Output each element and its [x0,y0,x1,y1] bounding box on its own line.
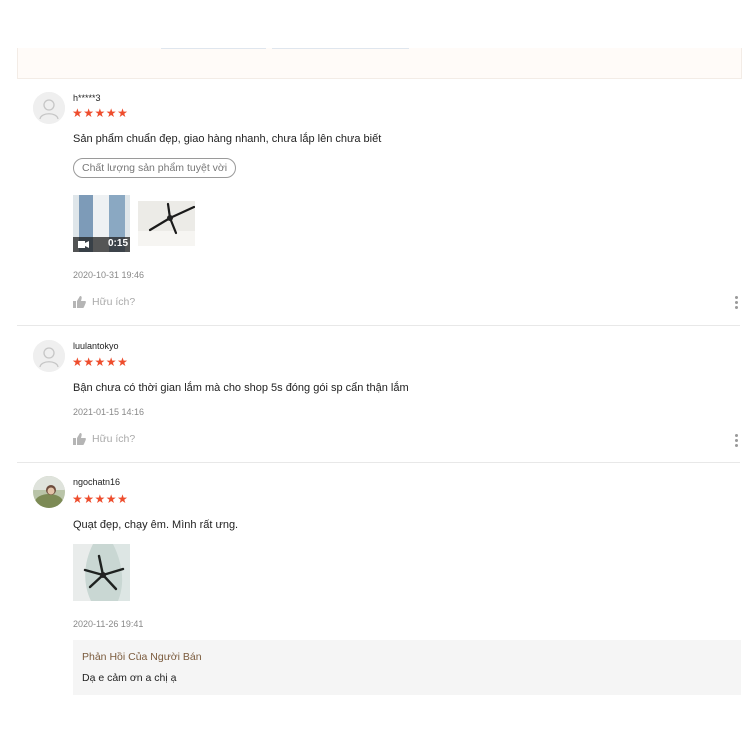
avatar[interactable] [33,92,65,124]
seller-reply-text: Dạ e cảm ơn a chị ạ [82,672,177,684]
star-icon: ★ [72,492,84,506]
star-icon: ★ [94,492,106,506]
filter-button-edge[interactable] [161,48,266,49]
rating-filter-box [17,48,742,79]
helpful-button[interactable]: Hữu ích? [73,296,135,308]
review-content: Bận chưa có thời gian lắm mà cho shop 5s… [73,382,409,394]
review-photo[interactable] [138,201,195,246]
star-icon: ★ [105,106,118,120]
review-date: 2021-01-15 14:16 [73,407,145,417]
helpful-label: Hữu ích? [92,433,136,445]
more-vertical-icon[interactable] [735,434,739,449]
default-avatar-icon [33,340,65,372]
star-icon: ★ [117,355,129,369]
rating-stars: ★★★★★ [72,356,128,368]
review-photo[interactable] [73,544,130,601]
review-video-thumbnail[interactable]: 0:15 [73,195,130,252]
avatar[interactable] [33,340,65,372]
user-photo-avatar [33,476,65,508]
review-author[interactable]: h*****3 [73,93,101,103]
star-icon: ★ [83,106,95,120]
star-icon: ★ [117,492,129,506]
star-icon: ★ [72,355,84,369]
more-vertical-icon[interactable] [735,296,739,311]
thumbs-up-icon [73,296,86,308]
seller-reply-title: Phản Hồi Của Người Bán [82,651,202,663]
thumbs-up-icon [73,433,86,445]
star-icon: ★ [72,106,84,120]
review-tag: Chất lượng sản phẩm tuyệt vời [73,158,237,178]
rating-stars: ★★★★★ [72,107,128,119]
seller-reply: Phản Hồi Của Người Bán Dạ e cảm ơn a chị… [73,640,741,695]
video-duration: 0:15 [108,238,129,249]
default-avatar-icon [33,92,65,124]
avatar[interactable] [33,476,65,508]
star-icon: ★ [94,355,106,369]
helpful-button[interactable]: Hữu ích? [73,433,135,445]
review-divider [17,325,740,326]
review-content: Sản phẩm chuẩn đẹp, giao hàng nhanh, chư… [73,133,382,145]
star-icon: ★ [117,106,129,120]
review-divider [17,462,740,463]
review-date: 2020-11-26 19:41 [73,619,144,629]
review-item: h*****3 ★★★★★ Sản phẩm chuẩn đẹp, giao h… [17,90,740,320]
helpful-label: Hữu ích? [92,296,136,308]
review-author[interactable]: ngochatn16 [73,477,120,487]
star-icon: ★ [105,492,118,506]
review-content: Quạt đẹp, chạy êm. Mình rất ưng. [73,519,239,531]
filter-button-edge[interactable] [272,48,409,49]
rating-stars: ★★★★★ [72,493,128,505]
video-camera-icon [78,241,89,248]
review-author[interactable]: luulantokyo [73,341,119,351]
star-icon: ★ [83,492,95,506]
star-icon: ★ [94,106,106,120]
star-icon: ★ [105,355,118,369]
review-item: luulantokyo ★★★★★ Bận chưa có thời gian … [17,338,740,458]
review-date: 2020-10-31 19:46 [73,270,145,280]
star-icon: ★ [83,355,95,369]
